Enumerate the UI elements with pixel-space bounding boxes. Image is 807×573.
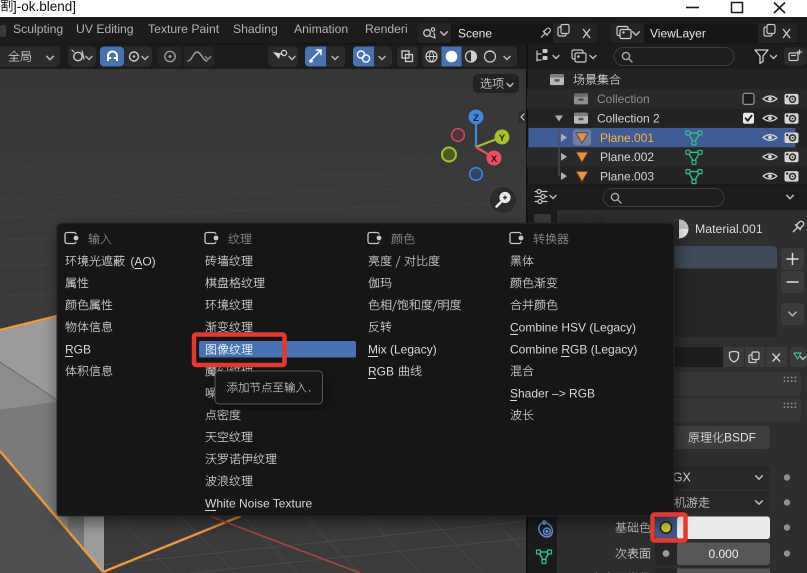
svg-text:Animation: Animation [294,22,348,36]
svg-text:]-ok.blend]: ]-ok.blend] [13,0,76,14]
svg-text:Shading: Shading [233,22,278,36]
svg-text:RGB: RGB [368,364,397,378]
svg-text:0.000: 0.000 [708,547,738,561]
svg-text:BSDF: BSDF [724,431,756,445]
svg-text:Combine RGB (Legacy): Combine RGB (Legacy) [510,342,637,356]
svg-text:Collection 2: Collection 2 [597,112,660,126]
svg-text:Material.001: Material.001 [695,222,763,236]
svg-text:UV Editing: UV Editing [76,22,134,36]
svg-text:Sculpting: Sculpting [13,22,63,36]
svg-text:(AO): (AO) [127,254,156,268]
svg-text:Y: Y [499,133,506,144]
svg-text:.: . [308,383,311,395]
svg-text:Z: Z [473,113,479,124]
svg-text:Shader –> RGB: Shader –> RGB [510,386,595,400]
svg-text:Scene: Scene [458,27,492,41]
svg-text:Texture Paint: Texture Paint [148,22,220,36]
svg-text:Collection: Collection [597,92,650,106]
svg-text:RGB: RGB [65,342,91,356]
svg-text:Plane.002: Plane.002 [600,150,654,164]
svg-text:Plane.003: Plane.003 [600,169,654,183]
svg-text:ViewLayer: ViewLayer [650,27,706,41]
svg-text:Mix (Legacy): Mix (Legacy) [368,342,437,356]
svg-text:Renderi: Renderi [365,22,408,36]
svg-text:X: X [491,154,498,165]
svg-text:Combine HSV (Legacy): Combine HSV (Legacy) [510,320,636,334]
svg-text:Plane.001: Plane.001 [600,131,654,145]
svg-text:White Noise Texture: White Noise Texture [205,496,312,510]
